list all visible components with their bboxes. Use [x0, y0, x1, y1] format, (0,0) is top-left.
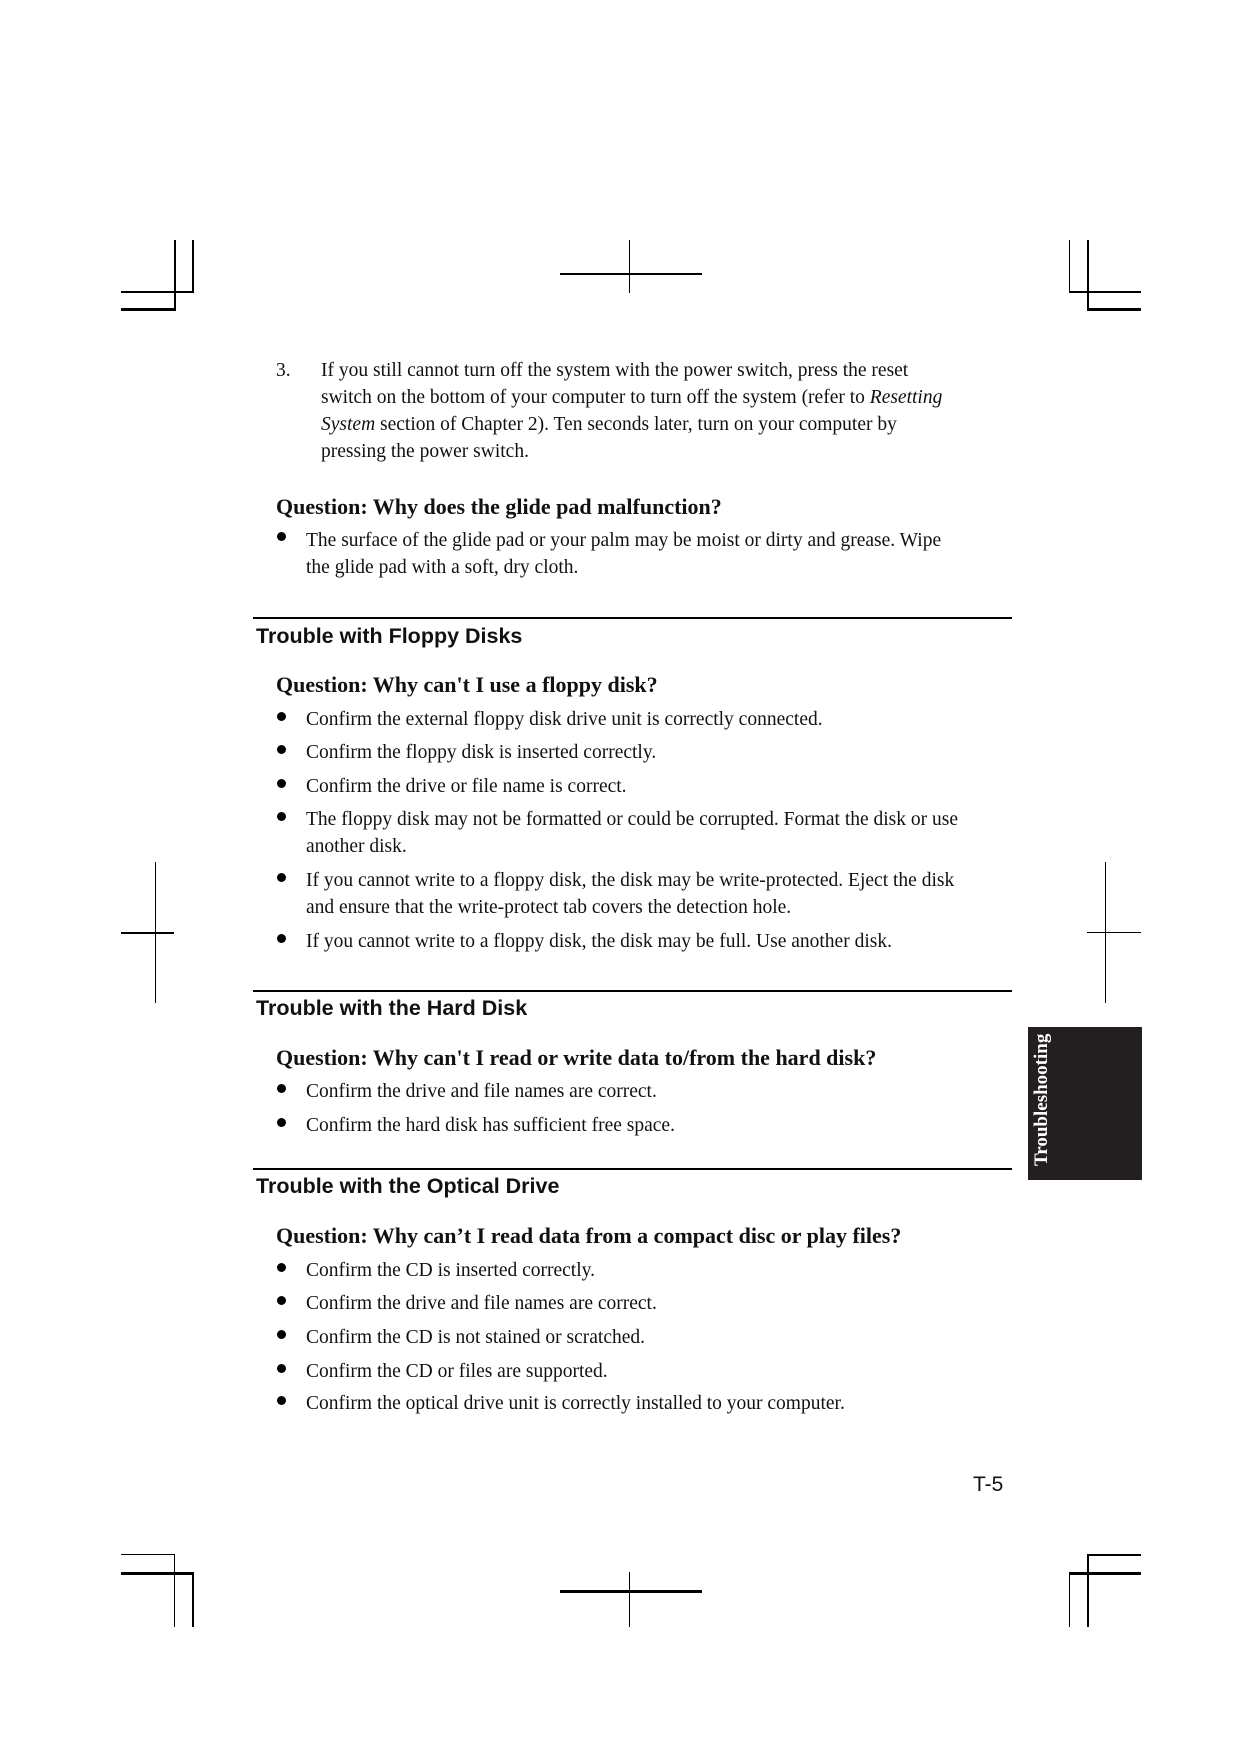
item-line: pressing the power switch. [321, 438, 529, 465]
bullet-icon [277, 745, 286, 754]
chapter-side-tab-label: Troubleshooting [1031, 1033, 1052, 1166]
section-divider [253, 617, 1012, 619]
bullet-icon [277, 1118, 286, 1127]
question-heading: Question: Why can't I read or write data… [276, 1045, 877, 1070]
section-heading: Trouble with Floppy Disks [256, 624, 523, 648]
bullet-text: If you cannot write to a floppy disk, th… [306, 931, 892, 952]
reference-italic: Resetting [869, 387, 943, 408]
bullet-text: The floppy disk may not be formatted or … [306, 809, 959, 830]
bullet-icon [277, 934, 286, 943]
bullet-icon [277, 873, 286, 882]
item-number: 3. [276, 360, 291, 381]
item-line: switch on the bottom of your computer to… [321, 384, 942, 411]
bullet-text: the glide pad with a soft, dry cloth. [306, 557, 579, 578]
bullet-text: Confirm the drive or file name is correc… [306, 776, 627, 797]
section-heading: Trouble with the Hard Disk [256, 996, 528, 1020]
question-heading: Question: Why can't I use a floppy disk? [276, 672, 658, 697]
bullet-icon [277, 1084, 286, 1093]
bullet-icon [277, 812, 286, 821]
question-heading: Question: Why can’t I read data from a c… [276, 1223, 902, 1248]
item-line: If you still cannot turn off the system … [321, 357, 908, 384]
question-heading: Question: Why does the glide pad malfunc… [276, 494, 722, 519]
bullet-icon [277, 1296, 286, 1305]
reference-italic: System [321, 414, 376, 435]
page-number: T-5 [973, 1473, 1004, 1496]
bullet-text: Confirm the CD or files are supported. [306, 1361, 608, 1382]
bullet-icon [277, 1330, 286, 1339]
bullet-text: Confirm the external floppy disk drive u… [306, 709, 823, 730]
bullet-text: Confirm the CD is not stained or scratch… [306, 1327, 646, 1348]
section-heading: Trouble with the Optical Drive [256, 1174, 560, 1198]
bullet-text: and ensure that the write-protect tab co… [306, 897, 792, 918]
bullet-text: Confirm the drive and file names are cor… [306, 1081, 657, 1102]
section-divider [253, 990, 1012, 992]
bullet-text: another disk. [306, 836, 407, 857]
section-divider [253, 1168, 1012, 1170]
item-line: System section of Chapter 2). Ten second… [321, 411, 897, 438]
bullet-icon [277, 1263, 286, 1272]
item-text: section of Chapter 2). Ten seconds later… [375, 414, 897, 435]
bullet-text: Confirm the hard disk has sufficient fre… [306, 1115, 675, 1136]
bullet-text: Confirm the floppy disk is inserted corr… [306, 742, 657, 763]
bullet-text: Confirm the drive and file names are cor… [306, 1293, 657, 1314]
bullet-icon [277, 712, 286, 721]
bullet-text: If you cannot write to a floppy disk, th… [306, 870, 955, 891]
bullet-text: The surface of the glide pad or your pal… [306, 530, 942, 551]
bullet-icon [277, 779, 286, 788]
item-text: switch on the bottom of your computer to… [321, 387, 870, 408]
bullet-icon [277, 1364, 286, 1373]
item-text: If you still cannot turn off the system … [321, 360, 909, 381]
bullet-text: Confirm the CD is inserted correctly. [306, 1260, 595, 1281]
bullet-text: Confirm the optical drive unit is correc… [306, 1393, 845, 1414]
bullet-icon [277, 1396, 286, 1405]
bullet-icon [277, 532, 286, 541]
item-text: pressing the power switch. [321, 441, 529, 462]
